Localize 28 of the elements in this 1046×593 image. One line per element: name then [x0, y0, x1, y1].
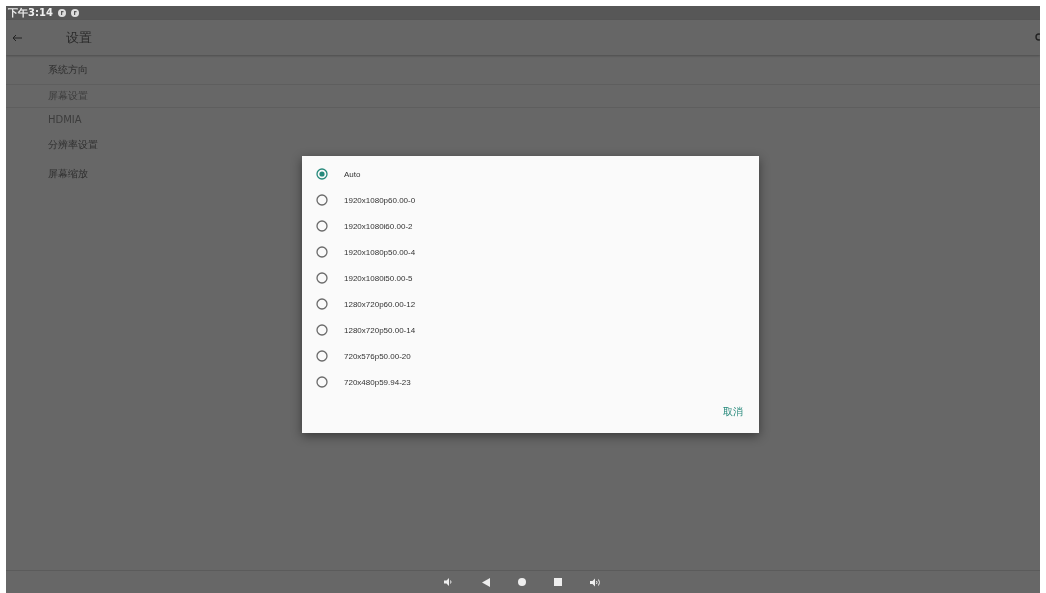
volume-up-icon[interactable]	[590, 577, 602, 587]
option-label[interactable]: 1920x1080p50.00-4	[344, 247, 416, 257]
back-icon[interactable]	[12, 33, 22, 42]
radio-button[interactable]	[316, 220, 328, 232]
radio-button[interactable]	[316, 298, 328, 310]
volume-down-icon[interactable]	[444, 578, 454, 586]
radio-button[interactable]	[316, 194, 328, 206]
option-label[interactable]: 1280x720p60.00-12	[344, 299, 416, 309]
radio-button[interactable]	[316, 246, 328, 258]
app-bar-title: 设置	[66, 28, 92, 47]
option-label[interactable]: 720x576p50.00-20	[344, 351, 411, 361]
radio-button[interactable]	[316, 272, 328, 284]
back-icon[interactable]	[482, 577, 490, 587]
status-time: 下午3:14	[8, 6, 53, 20]
option-label[interactable]: 720x480p59.94-23	[344, 377, 411, 387]
notification-icon	[70, 9, 79, 17]
option-label[interactable]: 1280x720p50.00-14	[344, 325, 416, 335]
option-label[interactable]: Auto	[344, 169, 361, 179]
home-icon[interactable]	[518, 578, 526, 586]
option-label[interactable]: 1920x1080p60.00-0	[344, 195, 416, 205]
cancel-button[interactable]: 取消	[721, 403, 745, 421]
radio-button[interactable]	[316, 350, 328, 362]
radio-button[interactable]	[316, 376, 328, 388]
option-label[interactable]: 1920x1080i50.00-5	[344, 273, 413, 283]
radio-button[interactable]	[316, 324, 328, 336]
option-label[interactable]: 1920x1080i60.00-2	[344, 221, 413, 231]
notification-icon	[57, 9, 66, 17]
radio-button[interactable]	[316, 168, 328, 180]
